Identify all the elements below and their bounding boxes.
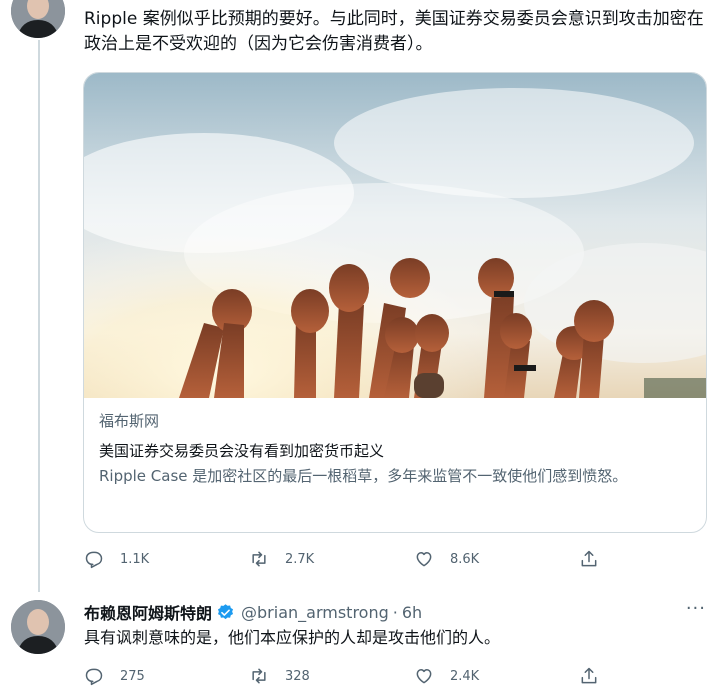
more-icon[interactable]: ··· <box>686 598 706 619</box>
separator-dot: · <box>392 602 398 622</box>
share-button[interactable] <box>579 549 720 569</box>
share-icon <box>581 667 597 684</box>
retweet-count: 2.7K <box>285 551 315 567</box>
tweet-text: Ripple 案例似乎比预期的要好。与此同时，美国证券交易委员会意识到攻击加密在… <box>84 9 704 54</box>
link-card[interactable]: 福布斯网 美国证券交易委员会没有看到加密货币起义 Ripple Case 是加密… <box>83 72 707 533</box>
reply-icon <box>85 668 103 686</box>
share-button[interactable] <box>579 666 720 686</box>
retweet-count: 328 <box>285 668 310 684</box>
reply-count: 1.1K <box>120 551 150 567</box>
tweet-header: 布赖恩阿姆斯特朗 @brian_armstrong · 6h <box>84 600 422 624</box>
user-handle[interactable]: @brian_armstrong <box>241 603 389 622</box>
like-icon <box>416 552 432 567</box>
raised-fists-photo <box>84 73 706 398</box>
card-title: 美国证券交易委员会没有看到加密货币起义 <box>99 442 385 460</box>
retweet-icon <box>252 668 266 684</box>
card-description: Ripple Case 是加密社区的最后一根稻草，多年来监管不一致使他们感到愤怒… <box>99 467 628 485</box>
tweet-actions: 275 328 2.4K <box>84 666 720 686</box>
timestamp[interactable]: 6h <box>402 603 422 622</box>
retweet-icon <box>252 551 266 567</box>
avatar[interactable] <box>11 0 65 38</box>
tweet-text: 具有讽刺意味的是，他们本应保护的人却是攻击他们的人。 <box>84 628 501 647</box>
retweet-button[interactable]: 2.7K <box>249 549 414 569</box>
retweet-button[interactable]: 328 <box>249 666 414 686</box>
reply-count: 275 <box>120 668 145 684</box>
like-icon <box>416 669 432 684</box>
reply-icon <box>85 551 103 569</box>
card-source: 福布斯网 <box>99 412 160 430</box>
share-icon <box>581 550 597 567</box>
like-count: 8.6K <box>450 551 480 567</box>
like-button[interactable]: 8.6K <box>414 549 579 569</box>
avatar[interactable] <box>11 600 65 654</box>
like-count: 2.4K <box>450 668 480 684</box>
thread-connector-line <box>38 40 40 592</box>
like-button[interactable]: 2.4K <box>414 666 579 686</box>
reply-button[interactable]: 1.1K <box>84 549 249 569</box>
tweet-actions: 1.1K 2.7K 8.6K <box>84 549 720 569</box>
display-name[interactable]: 布赖恩阿姆斯特朗 <box>84 600 212 624</box>
verified-badge-icon <box>217 603 234 619</box>
reply-button[interactable]: 275 <box>84 666 249 686</box>
